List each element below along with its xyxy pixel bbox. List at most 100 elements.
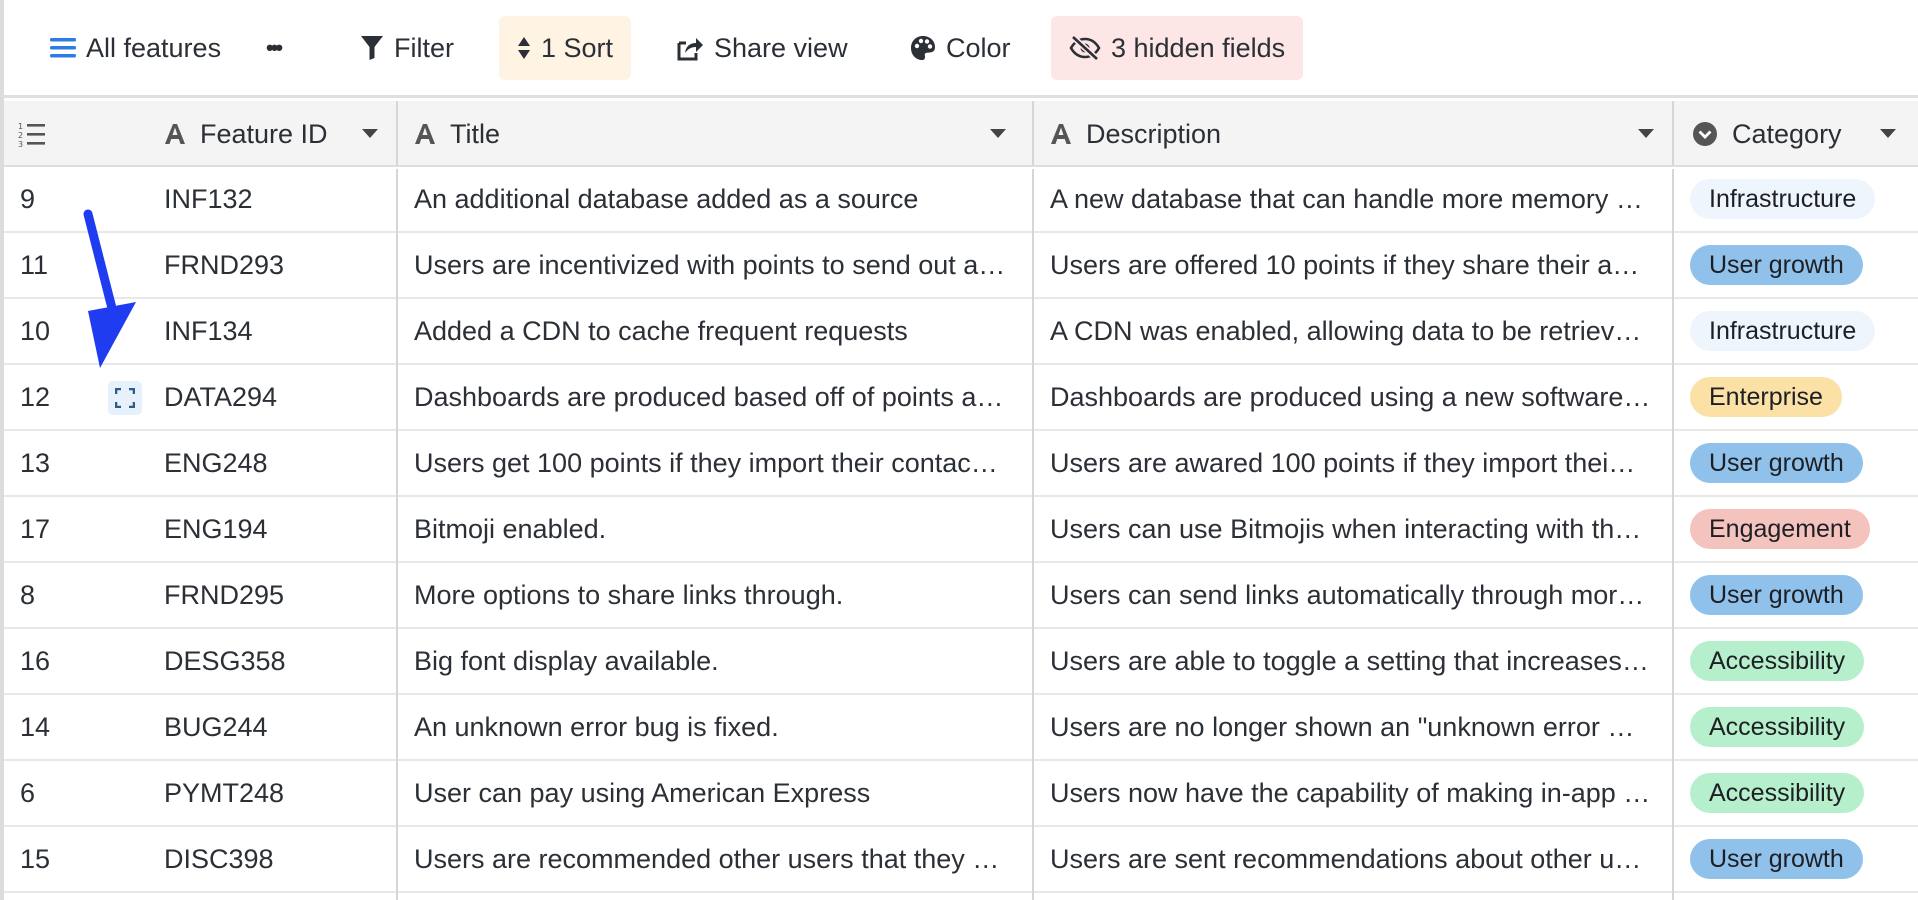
cell-description[interactable]: A CDN was enabled, allowing data to be r…: [1050, 299, 1654, 363]
table-row[interactable]: 15 DISC398 Users are recommended other use…: [4, 827, 1918, 893]
hidden-fields-button[interactable]: 3 hidden fields: [1051, 16, 1304, 80]
cell-category[interactable]: Accessibility: [1690, 629, 1910, 693]
table-row[interactable]: 13 ENG248 Users get 100 points if they imp…: [4, 431, 1918, 497]
cell-description[interactable]: Users can send links automatically throu…: [1050, 563, 1654, 627]
cell-description-text: Users now have the capability of making …: [1050, 778, 1651, 808]
cell-category[interactable]: User growth: [1690, 827, 1910, 891]
cell-title-text: An additional database added as a source: [414, 184, 919, 214]
cell-title-text: Users get 100 points if they import thei…: [414, 448, 998, 478]
chevron-down-icon[interactable]: [990, 129, 1006, 138]
cell-category[interactable]: Enterprise: [1690, 365, 1910, 429]
header-category-label: Category: [1732, 118, 1842, 149]
cell-category[interactable]: Accessibility: [1690, 761, 1910, 825]
cell-category[interactable]: User growth: [1690, 563, 1910, 627]
sort-icon: [518, 37, 530, 59]
column-divider: [396, 101, 398, 165]
color-label: Color: [946, 32, 1011, 63]
expand-record-icon[interactable]: [108, 381, 142, 415]
table-row[interactable]: 8 FRND295 More options to share links thro…: [4, 563, 1918, 629]
filter-icon: [361, 36, 383, 60]
table-row[interactable]: 17 ENG194 Bitmoji enabled. Users can use Bi…: [4, 497, 1918, 563]
grid-body: 9 INF132 An additional database added as a…: [4, 167, 1918, 900]
cell-category[interactable]: User growth: [1690, 233, 1910, 297]
cell-description[interactable]: Users are offered 10 points if they shar…: [1050, 233, 1654, 297]
cell-title[interactable]: More options to share links through.: [414, 563, 1014, 627]
cell-title[interactable]: Users are incentivized with points to se…: [414, 233, 1014, 297]
cell-title-text: User can pay using American Express: [414, 778, 871, 808]
row-number-header[interactable]: 123: [18, 101, 58, 167]
color-button[interactable]: Color: [892, 16, 1029, 80]
cell-title-text: Users are recommended other users that t…: [414, 844, 1000, 874]
header-feature-id[interactable]: Feature ID: [164, 101, 396, 167]
cell-description[interactable]: Users are sent recommendations about oth…: [1050, 827, 1654, 891]
header-category[interactable]: Category: [1692, 101, 1918, 167]
header-description[interactable]: Description: [1050, 101, 1676, 167]
cell-title-text: Added a CDN to cache frequent requests: [414, 316, 908, 346]
cell-title[interactable]: Users are recommended other users that t…: [414, 827, 1014, 891]
table-row[interactable]: 6 PYMT248 User can pay using American Expr…: [4, 761, 1918, 827]
category-pill: Accessibility: [1690, 641, 1865, 681]
cell-description[interactable]: Users are able to toggle a setting that …: [1050, 629, 1654, 693]
cell-feature-id[interactable]: FRND293: [164, 233, 394, 297]
cell-feature-id[interactable]: DISC398: [164, 827, 394, 891]
share-view-button[interactable]: Share view: [658, 16, 866, 80]
table-row[interactable]: 12 DATA294 Dashboards are produced based o…: [4, 365, 1918, 431]
cell-title[interactable]: An unknown error bug is fixed.: [414, 695, 1014, 759]
view-switcher-button[interactable]: All features: [32, 16, 239, 80]
cell-feature-id[interactable]: PYMT248: [164, 761, 394, 825]
cell-category[interactable]: Infrastructure: [1690, 167, 1910, 231]
share-icon: [677, 38, 703, 61]
chevron-down-icon[interactable]: [1638, 129, 1654, 138]
cell-category[interactable]: Accessibility: [1690, 695, 1910, 759]
cell-feature-id[interactable]: ENG248: [164, 431, 394, 495]
cell-title-text: An unknown error bug is fixed.: [414, 712, 779, 742]
cell-feature-id[interactable]: DATA294: [164, 365, 394, 429]
cell-title[interactable]: Dashboards are produced based off of poi…: [414, 365, 1014, 429]
cell-category[interactable]: Engagement: [1690, 497, 1910, 561]
chevron-down-icon[interactable]: [362, 129, 378, 138]
cell-feature-id[interactable]: DESG358: [164, 629, 394, 693]
view-toolbar: All features ••• Filter 1 Sort Share vie…: [4, 0, 1918, 98]
cell-title-text: Bitmoji enabled.: [414, 514, 607, 544]
view-more-button[interactable]: •••: [254, 16, 292, 80]
table-row[interactable]: 14 BUG244 An unknown error bug is fixed. Us…: [4, 695, 1918, 761]
cell-feature-id[interactable]: ENG194: [164, 497, 394, 561]
cell-title[interactable]: Big font display available.: [414, 629, 1014, 693]
cell-category[interactable]: User growth: [1690, 431, 1910, 495]
cell-description[interactable]: A new database that can handle more memo…: [1050, 167, 1654, 231]
row-number: 10: [20, 315, 51, 346]
cell-description[interactable]: Dashboards are produced using a new soft…: [1050, 365, 1654, 429]
chevron-down-icon[interactable]: [1880, 129, 1896, 138]
cell-description-text: Users can send links automatically throu…: [1050, 580, 1645, 610]
cell-description[interactable]: Users are awared 100 points if they impo…: [1050, 431, 1654, 495]
eye-slash-icon: [1069, 35, 1101, 61]
cell-feature-id[interactable]: FRND295: [164, 563, 394, 627]
category-pill: Engagement: [1690, 509, 1870, 549]
sort-button[interactable]: 1 Sort: [499, 16, 632, 80]
cell-title[interactable]: Bitmoji enabled.: [414, 497, 1014, 561]
cell-feature-id[interactable]: INF134: [164, 299, 394, 363]
column-divider: [1032, 101, 1034, 165]
cell-title[interactable]: Users get 100 points if they import thei…: [414, 431, 1014, 495]
category-pill: Accessibility: [1690, 707, 1865, 747]
filter-button[interactable]: Filter: [342, 16, 472, 80]
cell-description[interactable]: Users are no longer shown an "unknown er…: [1050, 695, 1654, 759]
cell-description[interactable]: Users now have the capability of making …: [1050, 761, 1654, 825]
cell-category[interactable]: Infrastructure: [1690, 299, 1910, 363]
cell-title[interactable]: User can pay using American Express: [414, 761, 1014, 825]
share-label: Share view: [714, 32, 848, 63]
header-title[interactable]: Title: [414, 101, 1034, 167]
table-row[interactable]: 9 INF132 An additional database added as a…: [4, 167, 1918, 233]
cell-description[interactable]: Users can use Bitmojis when interacting …: [1050, 497, 1654, 561]
cell-feature-id[interactable]: INF132: [164, 167, 394, 231]
column-divider: [1672, 101, 1674, 165]
table-row[interactable]: 11 FRND293 Users are incentivized with poi…: [4, 233, 1918, 299]
cell-title[interactable]: An additional database added as a source: [414, 167, 1014, 231]
table-row[interactable]: 16 DESG358 Big font display available. User…: [4, 629, 1918, 695]
column-divider: [396, 169, 398, 900]
table-row[interactable]: 10 INF134 Added a CDN to cache frequent re…: [4, 299, 1918, 365]
header-title-label: Title: [450, 118, 501, 149]
cell-title[interactable]: Added a CDN to cache frequent requests: [414, 299, 1014, 363]
cell-feature-id[interactable]: BUG244: [164, 695, 394, 759]
category-pill: Accessibility: [1690, 773, 1865, 813]
